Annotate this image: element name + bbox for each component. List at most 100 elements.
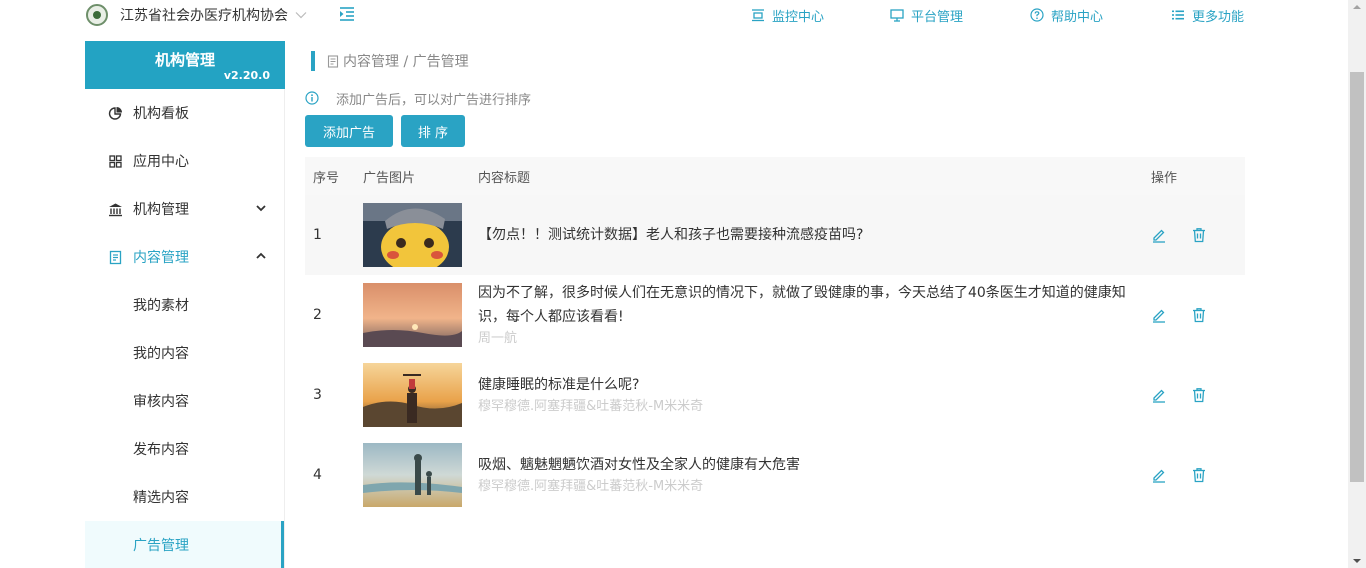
org-logo — [86, 4, 108, 26]
nav-label: 平台管理 — [911, 9, 964, 25]
info-tip: 添加广告后，可以对广告进行排序 — [305, 89, 532, 108]
sidebar-subitem-ad-management[interactable]: 广告管理 — [85, 521, 284, 568]
sidebar-subitem-label: 精选内容 — [133, 490, 189, 506]
nav-label: 帮助中心 — [1051, 9, 1104, 25]
header-image: 广告图片 — [363, 157, 478, 195]
ad-author: 周一航 — [478, 331, 518, 346]
sidebar-subitem-featured-content[interactable]: 精选内容 — [85, 473, 284, 521]
delete-icon[interactable] — [1191, 467, 1207, 483]
row-actions — [1151, 227, 1245, 243]
delete-icon[interactable] — [1191, 227, 1207, 243]
sidebar-subitem-label: 我的素材 — [133, 298, 189, 314]
ad-thumbnail[interactable] — [363, 443, 462, 507]
list-icon — [1172, 10, 1184, 20]
ad-thumbnail[interactable] — [363, 203, 462, 267]
desktop-icon — [890, 9, 904, 22]
ads-table: 序号 广告图片 内容标题 操作 1 【勿点！！测试统计数据】老人和孩子也需要接种… — [305, 157, 1245, 515]
scroll-up-arrow-icon[interactable] — [1353, 5, 1361, 9]
delete-icon[interactable] — [1191, 307, 1207, 323]
pie-chart-icon — [108, 106, 122, 120]
institution-icon — [109, 203, 122, 216]
table-row: 2 因为不了解，很多时候人们在无意识的情况下，就做了毁健康的事，今天总结了40条… — [305, 275, 1245, 355]
ad-title: 因为不了解，很多时候人们在无意识的情况下，就做了毁健康的事，今天总结了40条医生… — [478, 285, 1126, 325]
tip-text: 添加广告后，可以对广告进行排序 — [336, 92, 532, 108]
header-index: 序号 — [305, 157, 363, 195]
sidebar-brand: 机构管理 v2.20.0 — [85, 41, 285, 89]
scroll-down-arrow-icon[interactable] — [1353, 559, 1361, 563]
monitor-center-icon — [752, 9, 764, 22]
sidebar-subitem-label: 审核内容 — [133, 394, 189, 410]
nav-help-center[interactable]: 帮助中心 — [1030, 6, 1104, 25]
sidebar-subitem-my-materials[interactable]: 我的素材 — [85, 281, 284, 329]
header-ops: 操作 — [1151, 157, 1245, 195]
chevron-down-icon — [295, 12, 307, 19]
sidebar-item-label: 机构管理 — [133, 202, 189, 218]
nav-monitor-center[interactable]: 监控中心 — [751, 6, 825, 25]
button-label: 排 序 — [417, 125, 449, 141]
row-index: 3 — [313, 387, 322, 403]
sidebar-subitem-my-content[interactable]: 我的内容 — [85, 329, 284, 377]
sidebar-item-content[interactable]: 内容管理 — [85, 233, 284, 281]
sidebar-item-dashboard[interactable]: 机构看板 — [85, 89, 284, 137]
nav-platform-management[interactable]: 平台管理 — [890, 6, 964, 25]
nav-more-features[interactable]: 更多功能 — [1171, 6, 1245, 25]
chevron-down-icon — [256, 205, 266, 212]
edit-icon[interactable] — [1151, 387, 1167, 403]
breadcrumb-accent-bar — [311, 51, 315, 71]
sidebar-subitem-publish-content[interactable]: 发布内容 — [85, 425, 284, 473]
breadcrumb-text: 内容管理 / 广告管理 — [343, 54, 469, 70]
edit-icon[interactable] — [1151, 467, 1167, 483]
ad-author: 穆罕穆德.阿塞拜疆&吐蕃范秋-M米米奇 — [478, 399, 704, 414]
row-actions — [1151, 467, 1245, 483]
sidebar-item-app-center[interactable]: 应用中心 — [85, 137, 284, 185]
button-label: 添加广告 — [322, 125, 375, 141]
edit-icon[interactable] — [1151, 307, 1167, 323]
row-actions — [1151, 387, 1245, 403]
page: 江苏省社会办医疗机构协会 监控中心 平台管理 帮助中心 更多功能 机构管理 v2… — [0, 0, 1366, 568]
chevron-up-icon — [256, 252, 266, 259]
delete-icon[interactable] — [1191, 387, 1207, 403]
table-row: 3 健康睡眠的标准是什么呢? 穆罕穆德.阿塞拜疆&吐蕃范秋-M米米奇 — [305, 355, 1245, 435]
row-index: 1 — [305, 195, 363, 275]
help-circle-icon — [1030, 8, 1044, 22]
sidebar-subitem-label: 广告管理 — [133, 538, 189, 554]
nav-label: 监控中心 — [772, 9, 825, 25]
ad-title: 吸烟、魑魅魍魉饮酒对女性及全家人的健康有大危害 — [478, 457, 800, 473]
version-label: v2.20.0 — [223, 69, 270, 82]
sidebar-item-label: 机构看板 — [133, 106, 189, 122]
scrollbar-thumb[interactable] — [1350, 72, 1364, 482]
add-ad-button[interactable]: 添加广告 — [305, 115, 393, 147]
sort-button[interactable]: 排 序 — [401, 115, 465, 147]
brand-title: 机构管理 — [154, 51, 215, 69]
sidebar-item-label: 应用中心 — [133, 154, 189, 170]
org-switcher[interactable]: 江苏省社会办医疗机构协会 — [86, 3, 308, 27]
header-title: 内容标题 — [478, 157, 1151, 195]
info-circle-icon — [305, 91, 319, 105]
breadcrumb: 内容管理 / 广告管理 — [311, 51, 469, 71]
sidebar-item-label: 内容管理 — [133, 250, 189, 266]
ad-title: 健康睡眠的标准是什么呢? — [478, 377, 640, 393]
sidebar-subitem-label: 发布内容 — [133, 442, 189, 458]
top-bar: 江苏省社会办医疗机构协会 监控中心 平台管理 帮助中心 更多功能 — [0, 0, 1348, 30]
table-row: 1 【勿点！！测试统计数据】老人和孩子也需要接种流感疫苗吗? — [305, 195, 1245, 275]
grid-icon — [109, 154, 122, 168]
ad-title: 【勿点！！测试统计数据】老人和孩子也需要接种流感疫苗吗? — [478, 227, 864, 243]
ad-thumbnail[interactable] — [363, 283, 462, 347]
ad-author: 穆罕穆德.阿塞拜疆&吐蕃范秋-M米米奇 — [478, 479, 704, 494]
row-actions — [1151, 307, 1245, 323]
sidebar-item-institution[interactable]: 机构管理 — [85, 185, 284, 233]
menu-collapse-icon[interactable] — [338, 6, 356, 22]
table-header-row: 序号 广告图片 内容标题 操作 — [305, 157, 1245, 195]
sidebar-subitem-review-content[interactable]: 审核内容 — [85, 377, 284, 425]
sidebar-subitem-label: 我的内容 — [133, 346, 189, 362]
ad-thumbnail[interactable] — [363, 363, 462, 427]
document-icon — [109, 250, 122, 264]
nav-label: 更多功能 — [1192, 9, 1245, 25]
page-scrollbar[interactable] — [1348, 0, 1366, 568]
edit-icon[interactable] — [1151, 227, 1167, 243]
row-index: 2 — [313, 307, 322, 323]
sidebar: 机构管理 v2.20.0 机构看板 应用中心 机构管理 内容管理 我的素材 我的… — [85, 41, 285, 568]
row-index: 4 — [313, 467, 322, 483]
document-icon — [327, 54, 339, 68]
org-name: 江苏省社会办医疗机构协会 — [120, 8, 288, 24]
